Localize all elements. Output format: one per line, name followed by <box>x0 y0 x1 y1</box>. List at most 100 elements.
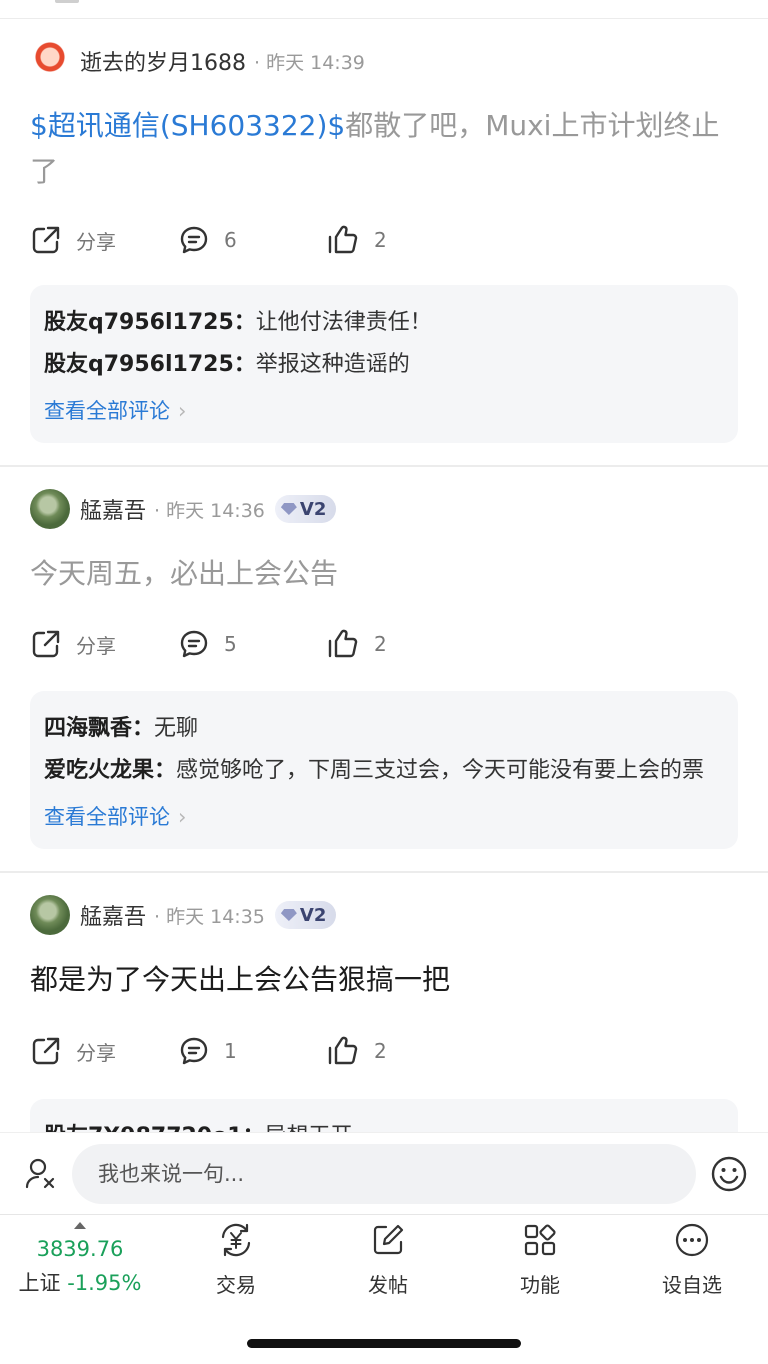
comment-count: 5 <box>224 632 237 656</box>
tab-label: 设自选 <box>662 1273 722 1297</box>
comment-icon <box>180 226 208 254</box>
tab-features[interactable]: 功能 <box>464 1221 616 1298</box>
view-all-label: 查看全部评论 <box>44 399 170 423</box>
post-actions: 分享 1 2 <box>30 1003 738 1099</box>
like-button[interactable]: 2 <box>326 1035 474 1067</box>
avatar[interactable] <box>30 41 70 81</box>
yuan-exchange-icon <box>221 1223 251 1257</box>
view-all-label: 查看全部评论 <box>44 805 170 829</box>
tab-label: 功能 <box>520 1273 560 1297</box>
tab-label: 交易 <box>216 1273 256 1297</box>
level-badge: V2 <box>274 901 337 929</box>
bottom-tab-bar: 3839.76 上证 -1.95% 交易 发帖 功能 设自选 <box>0 1214 768 1364</box>
chevron-right-icon: › <box>178 805 187 829</box>
post-content[interactable]: 今天周五，必出上会公告 <box>30 551 738 597</box>
tab-add-watchlist[interactable]: 设自选 <box>616 1221 768 1298</box>
caret-up-icon <box>74 1222 86 1229</box>
comment-item[interactable]: 四海飘香：无聊 <box>44 711 724 747</box>
commenter-name[interactable]: 股友7X987720o1： <box>44 1124 265 1132</box>
author-name[interactable]: 艋嘉吾 <box>80 899 146 931</box>
comment-text: 举报这种造谣的 <box>255 352 410 377</box>
thumbs-up-icon <box>328 629 358 658</box>
comment-icon <box>180 1037 208 1065</box>
post-header: 艋嘉吾 · 昨天 14:35 V2 <box>30 873 738 957</box>
comment-item[interactable]: 股友q7956l1725：让他付法律责任！ <box>44 305 724 341</box>
index-name: 上证 <box>18 1271 61 1295</box>
comment-preview[interactable]: 股友q7956l1725：让他付法律责任！ 股友q7956l1725：举报这种造… <box>30 285 738 443</box>
share-icon <box>32 226 60 254</box>
top-divider <box>0 0 768 19</box>
diamond-icon <box>280 503 297 515</box>
commenter-name[interactable]: 股友q7956l1725： <box>44 310 256 335</box>
post-text: 今天周五，必出上会公告 <box>30 557 339 590</box>
like-count: 2 <box>374 632 387 656</box>
commenter-name[interactable]: 四海飘香： <box>44 716 154 741</box>
like-button[interactable]: 2 <box>326 224 474 256</box>
post-time: · 昨天 14:39 <box>254 51 365 74</box>
comment-item[interactable]: 股友7X987720o1：异想天开 <box>44 1119 724 1132</box>
comment-count: 1 <box>224 1039 237 1063</box>
post-feed[interactable]: 逝去的岁月1688 · 昨天 14:39 $超讯通信(SH603322)$都散了… <box>0 19 768 1132</box>
post-actions: 分享 6 2 <box>30 195 738 285</box>
post-text: 都是为了今天出上会公告狠搞一把 <box>30 963 451 996</box>
tab-post[interactable]: 发帖 <box>312 1221 464 1298</box>
author-name[interactable]: 逝去的岁月1688 <box>80 45 246 77</box>
share-icon <box>32 1037 60 1065</box>
comment-input-bar: 我也来说一句... <box>0 1132 768 1215</box>
post-time: · 昨天 14:35 <box>154 905 265 928</box>
thumbs-up-icon <box>328 1036 358 1065</box>
share-button[interactable]: 分享 <box>30 1035 178 1067</box>
grid-apps-icon <box>524 1224 556 1256</box>
post-content[interactable]: 都是为了今天出上会公告狠搞一把 <box>30 957 738 1003</box>
level-badge: V2 <box>274 495 337 523</box>
comment-input[interactable]: 我也来说一句... <box>72 1144 696 1204</box>
post-card[interactable]: 艋嘉吾 · 昨天 14:35 V2 都是为了今天出上会公告狠搞一把 分享 1 2… <box>0 873 768 1132</box>
author-name[interactable]: 艋嘉吾 <box>80 493 146 525</box>
post-content[interactable]: $超讯通信(SH603322)$都散了吧，Muxi上市计划终止了 <box>30 103 738 195</box>
commenter-name[interactable]: 爱吃火龙果： <box>44 758 176 783</box>
comment-text: 异想天开 <box>265 1124 353 1132</box>
comment-item[interactable]: 爱吃火龙果：感觉够呛了，下周三支过会，今天可能没有要上会的票 <box>44 753 724 789</box>
anonymous-user-icon[interactable] <box>24 1157 58 1191</box>
commenter-name[interactable]: 股友q7956l1725： <box>44 352 256 377</box>
share-label: 分享 <box>76 633 116 658</box>
level-label: V2 <box>299 498 327 520</box>
comment-preview[interactable]: 股友7X987720o1：异想天开 <box>30 1099 738 1132</box>
share-label: 分享 <box>76 229 116 254</box>
share-button[interactable]: 分享 <box>30 628 178 660</box>
avatar[interactable] <box>30 489 70 529</box>
home-indicator[interactable] <box>247 1339 521 1348</box>
market-index-widget[interactable]: 3839.76 上证 -1.95% <box>0 1215 160 1315</box>
chevron-right-icon: › <box>178 399 187 423</box>
comment-item[interactable]: 股友q7956l1725：举报这种造谣的 <box>44 347 724 383</box>
more-dots-icon <box>675 1223 709 1257</box>
share-icon <box>32 630 60 658</box>
post-card[interactable]: 艋嘉吾 · 昨天 14:36 V2 今天周五，必出上会公告 分享 5 2 四海飘… <box>0 467 768 873</box>
avatar[interactable] <box>30 895 70 935</box>
comment-text: 让他付法律责任！ <box>255 310 432 335</box>
comment-count: 6 <box>224 228 237 252</box>
comment-button[interactable]: 6 <box>178 224 326 256</box>
view-all-comments-link[interactable]: 查看全部评论 › <box>44 393 724 429</box>
comment-text: 无聊 <box>154 716 199 741</box>
stock-link[interactable]: $超讯通信(SH603322)$ <box>30 109 345 142</box>
view-all-comments-link[interactable]: 查看全部评论 › <box>44 799 724 835</box>
post-header: 艋嘉吾 · 昨天 14:36 V2 <box>30 467 738 551</box>
post-card[interactable]: 逝去的岁月1688 · 昨天 14:39 $超讯通信(SH603322)$都散了… <box>0 19 768 467</box>
thumbs-up-icon <box>328 225 358 254</box>
scroll-stub <box>55 0 79 3</box>
comment-text: 感觉够呛了，下周三支过会，今天可能没有要上会的票 <box>176 758 705 783</box>
comment-button[interactable]: 1 <box>178 1035 326 1067</box>
like-button[interactable]: 2 <box>326 628 474 660</box>
tab-trade[interactable]: 交易 <box>160 1221 312 1298</box>
comment-button[interactable]: 5 <box>178 628 326 660</box>
post-header: 逝去的岁月1688 · 昨天 14:39 <box>30 19 738 103</box>
like-count: 2 <box>374 228 387 252</box>
emoji-icon[interactable] <box>710 1155 748 1193</box>
share-button[interactable]: 分享 <box>30 224 178 256</box>
diamond-icon <box>280 909 297 921</box>
comment-preview[interactable]: 四海飘香：无聊 爱吃火龙果：感觉够呛了，下周三支过会，今天可能没有要上会的票 查… <box>30 691 738 849</box>
like-count: 2 <box>374 1039 387 1063</box>
tab-label: 发帖 <box>368 1273 408 1297</box>
level-label: V2 <box>299 904 327 926</box>
